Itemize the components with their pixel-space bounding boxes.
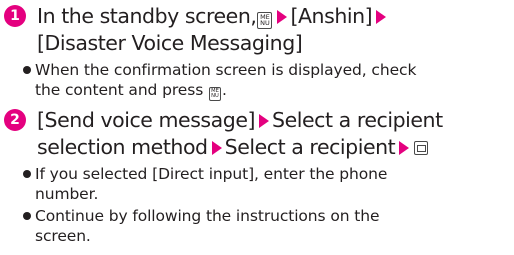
arrow-right-icon [211,141,222,155]
breadcrumb-select-method-part2: selection method [37,135,208,159]
step-number-badge: 2 [4,109,26,131]
step-number-badge: 1 [4,5,26,27]
breadcrumb-send-voice-message: [Send voice message] [37,108,256,132]
step-2-notes: If you selected [Direct input], enter th… [4,164,510,246]
list-item: Continue by following the instructions o… [22,206,510,246]
step-2-heading: 2 [Send voice message] Select a recipient s… [4,107,510,161]
arrow-right-icon [259,114,270,128]
step-1-heading: 1 In the standby screen, ME NU [Anshin] [Disa… [4,3,510,57]
breadcrumb-anshin: [Anshin] [290,4,373,28]
step-1-notes: When the confirmation screen is displaye… [4,60,510,101]
breadcrumb-select-recipient: Select a recipient [224,135,396,159]
breadcrumb-select-method-part1: Select a recipient [272,108,443,132]
arrow-right-icon [376,10,387,24]
arrow-right-icon [277,10,288,24]
breadcrumb-disaster-voice-messaging: [Disaster Voice Messaging] [37,31,303,55]
list-item: If you selected [Direct input], enter th… [22,164,510,204]
arrow-right-icon [399,141,410,155]
menu-key-icon: ME NU [209,86,222,101]
mail-key-icon [414,141,429,155]
step-1: 1 In the standby screen, ME NU [Anshin] [Disa… [4,3,510,101]
menu-key-icon: ME NU [257,11,273,29]
list-item: When the confirmation screen is displaye… [22,60,510,101]
step-2: 2 [Send voice message] Select a recipient s… [4,107,510,246]
step-1-intro-text: In the standby screen, [37,4,257,28]
